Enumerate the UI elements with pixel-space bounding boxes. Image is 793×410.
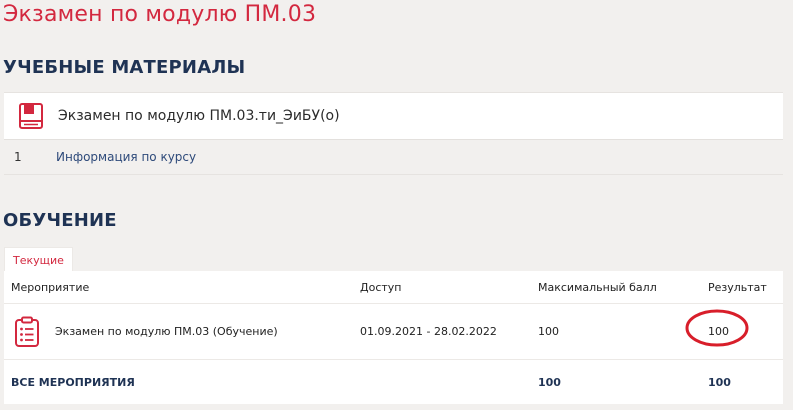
access-cell: 01.09.2021 - 28.02.2022 (360, 325, 497, 338)
table-row[interactable]: Экзамен по модулю ПМ.03 (Обучение) 01.09… (4, 304, 783, 360)
table-header: Мероприятие Доступ Максимальный балл Рез… (4, 271, 783, 304)
tab-current[interactable]: Текущие (4, 247, 73, 272)
result-highlight-circle (685, 309, 749, 347)
column-header-event: Мероприятие (11, 280, 90, 294)
page-title: Экзамен по модулю ПМ.03 (3, 2, 317, 27)
total-row: ВСЕ МЕРОПРИЯТИЯ 100 100 (4, 360, 783, 404)
materials-section-title: УЧЕБНЫЕ МАТЕРИАЛЫ (3, 57, 246, 78)
materials-card: Экзамен по модулю ПМ.03.ти_ЭиБУ(о) 1 Инф… (4, 92, 783, 175)
column-header-max-score: Максимальный балл (538, 280, 657, 294)
max-score-cell: 100 (538, 325, 559, 338)
course-info-link[interactable]: Информация по курсу (56, 150, 196, 164)
total-max-score: 100 (538, 375, 561, 389)
book-icon (16, 101, 46, 131)
total-result: 100 (708, 375, 731, 389)
all-events-link[interactable]: ВСЕ МЕРОПРИЯТИЯ (4, 376, 360, 389)
column-header-result: Результат (708, 280, 767, 294)
column-header-access: Доступ (360, 280, 402, 294)
events-table: Мероприятие Доступ Максимальный балл Рез… (4, 271, 783, 404)
info-number: 1 (14, 150, 22, 164)
event-cell: Экзамен по модулю ПМ.03 (Обучение) (4, 316, 360, 348)
material-item[interactable]: Экзамен по модулю ПМ.03.ти_ЭиБУ(о) (4, 93, 783, 140)
material-title[interactable]: Экзамен по модулю ПМ.03.ти_ЭиБУ(о) (58, 108, 340, 124)
course-info-row: 1 Информация по курсу (4, 140, 783, 174)
clipboard-list-icon (13, 316, 41, 348)
event-name[interactable]: Экзамен по модулю ПМ.03 (Обучение) (55, 325, 278, 338)
training-section-title: ОБУЧЕНИЕ (3, 210, 117, 231)
